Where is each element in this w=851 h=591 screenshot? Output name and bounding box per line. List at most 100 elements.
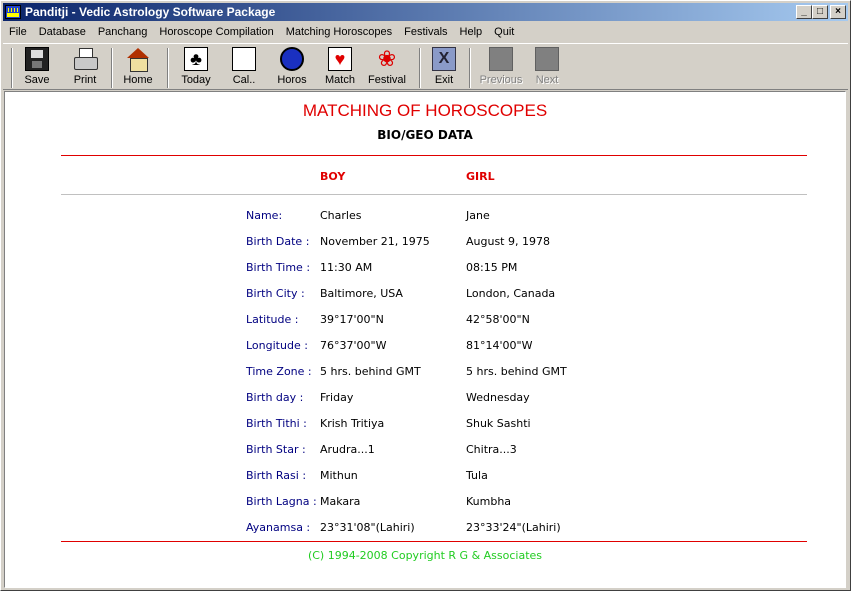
data-row-birth-star: Birth Star : Arudra...1 Chitra...3 <box>5 443 845 459</box>
row-label: Birth Lagna : <box>246 495 317 508</box>
print-label: Print <box>73 74 97 86</box>
menu-horoscope-compilation[interactable]: Horoscope Compilation <box>153 26 279 38</box>
menu-panchang[interactable]: Panchang <box>92 26 154 38</box>
save-label: Save <box>24 74 50 86</box>
row-label: Birth Star : <box>246 443 306 456</box>
report-title: MATCHING OF HOROSCOPES <box>302 101 548 120</box>
save-button[interactable]: Save <box>23 47 51 89</box>
toolbar: Save Print Home ♣ Today Cal.. Horos ♥ Ma… <box>3 43 848 90</box>
toolbar-separator <box>419 48 421 88</box>
girl-value: London, Canada <box>466 287 556 300</box>
boy-value: Makara <box>320 495 361 508</box>
close-button[interactable]: × <box>830 5 846 19</box>
match-label: Match <box>325 74 355 86</box>
boy-value: 23°31'08"(Lahiri) <box>320 521 415 534</box>
window-controls: _ □ × <box>796 5 846 19</box>
calendar-button[interactable]: Cal.. <box>231 47 257 89</box>
girl-value: Tula <box>466 469 488 482</box>
horos-button[interactable]: Horos <box>277 47 307 89</box>
girl-value: August 9, 1978 <box>466 235 550 248</box>
menu-bar: File Database Panchang Horoscope Compila… <box>3 23 848 41</box>
divider <box>61 541 807 542</box>
match-button[interactable]: ♥ Match <box>325 47 355 89</box>
boy-value: Friday <box>320 391 354 404</box>
festival-label: Festival <box>368 74 406 86</box>
boy-value: 5 hrs. behind GMT <box>320 365 421 378</box>
data-row-longitude: Longitude : 76°37'00"W 81°14'00"W <box>5 339 845 355</box>
menu-quit[interactable]: Quit <box>488 26 520 38</box>
floppy-disk-icon <box>25 47 49 71</box>
previous-icon <box>489 47 513 71</box>
report-subtitle: BIO/GEO DATA <box>377 128 473 142</box>
next-button[interactable]: Next <box>535 47 559 89</box>
exit-label: Exit <box>434 74 454 86</box>
row-label: Name: <box>246 209 283 222</box>
row-label: Latitude : <box>246 313 299 326</box>
boy-value: 11:30 AM <box>320 261 373 274</box>
festival-icon: ❀ <box>377 46 397 71</box>
data-row-birth-time: Birth Time : 11:30 AM 08:15 PM <box>5 261 845 277</box>
exit-icon: X <box>432 47 456 71</box>
boy-value: Charles <box>320 209 362 222</box>
house-icon <box>126 47 150 72</box>
next-icon <box>535 47 559 71</box>
window-title: Panditji - Vedic Astrology Software Pack… <box>25 5 276 19</box>
girl-value: 5 hrs. behind GMT <box>466 365 567 378</box>
row-label: Time Zone : <box>246 365 312 378</box>
data-row-ayanamsa: Ayanamsa : 23°31'08"(Lahiri) 23°33'24"(L… <box>5 521 845 537</box>
title-bar[interactable]: Panditji - Vedic Astrology Software Pack… <box>3 3 848 21</box>
report-view: MATCHING OF HOROSCOPES BIO/GEO DATA BOY … <box>4 91 846 588</box>
boy-value: Mithun <box>320 469 358 482</box>
row-label: Ayanamsa : <box>246 521 311 534</box>
minimize-button[interactable]: _ <box>796 5 812 19</box>
festival-button[interactable]: ❀ Festival <box>367 47 407 89</box>
data-row-birth-day: Birth day : Friday Wednesday <box>5 391 845 407</box>
app-window: Panditji - Vedic Astrology Software Pack… <box>0 0 851 591</box>
boy-value: Baltimore, USA <box>320 287 403 300</box>
menu-matching-horoscopes[interactable]: Matching Horoscopes <box>280 26 398 38</box>
calendar-label: Cal.. <box>232 74 256 86</box>
printer-icon <box>73 47 98 71</box>
boy-column-header: BOY <box>320 170 346 183</box>
menu-help[interactable]: Help <box>454 26 489 38</box>
row-label: Birth day : <box>246 391 304 404</box>
maximize-button[interactable]: □ <box>812 5 828 19</box>
menu-database[interactable]: Database <box>33 26 92 38</box>
toolbar-separator <box>11 48 13 88</box>
girl-value: Chitra...3 <box>466 443 517 456</box>
data-row-name: Name: Charles Jane <box>5 209 845 225</box>
next-label: Next <box>535 74 559 86</box>
girl-value: 42°58'00"N <box>466 313 530 326</box>
previous-button[interactable]: Previous <box>479 47 523 89</box>
data-row-time-zone: Time Zone : 5 hrs. behind GMT 5 hrs. beh… <box>5 365 845 381</box>
girl-value: Jane <box>466 209 490 222</box>
row-label: Longitude : <box>246 339 308 352</box>
globe-icon <box>280 47 304 71</box>
divider <box>61 155 807 156</box>
print-button[interactable]: Print <box>71 47 99 89</box>
data-row-latitude: Latitude : 39°17'00"N 42°58'00"N <box>5 313 845 329</box>
horos-label: Horos <box>277 74 307 86</box>
row-label: Birth Rasi : <box>246 469 307 482</box>
row-label: Birth Time : <box>246 261 311 274</box>
data-row-birth-rasi: Birth Rasi : Mithun Tula <box>5 469 845 485</box>
boy-value: Krish Tritiya <box>320 417 385 430</box>
home-button[interactable]: Home <box>123 47 153 89</box>
data-row-birth-tithi: Birth Tithi : Krish Tritiya Shuk Sashti <box>5 417 845 433</box>
exit-button[interactable]: X Exit <box>431 47 457 89</box>
girl-value: Wednesday <box>466 391 530 404</box>
girl-value: Kumbha <box>466 495 512 508</box>
menu-file[interactable]: File <box>3 26 33 38</box>
copyright-text: (C) 1994-2008 Copyright R G & Associates <box>307 549 543 562</box>
calendar-icon <box>232 47 256 71</box>
today-button[interactable]: ♣ Today <box>179 47 213 89</box>
heart-card-icon: ♥ <box>328 47 352 71</box>
girl-column-header: GIRL <box>466 170 495 183</box>
app-icon[interactable] <box>5 5 21 19</box>
row-label: Birth Date : <box>246 235 310 248</box>
boy-value: 39°17'00"N <box>320 313 384 326</box>
girl-value: 08:15 PM <box>466 261 518 274</box>
data-row-birth-lagna: Birth Lagna : Makara Kumbha <box>5 495 845 511</box>
menu-festivals[interactable]: Festivals <box>398 26 453 38</box>
data-row-birth-city: Birth City : Baltimore, USA London, Cana… <box>5 287 845 303</box>
